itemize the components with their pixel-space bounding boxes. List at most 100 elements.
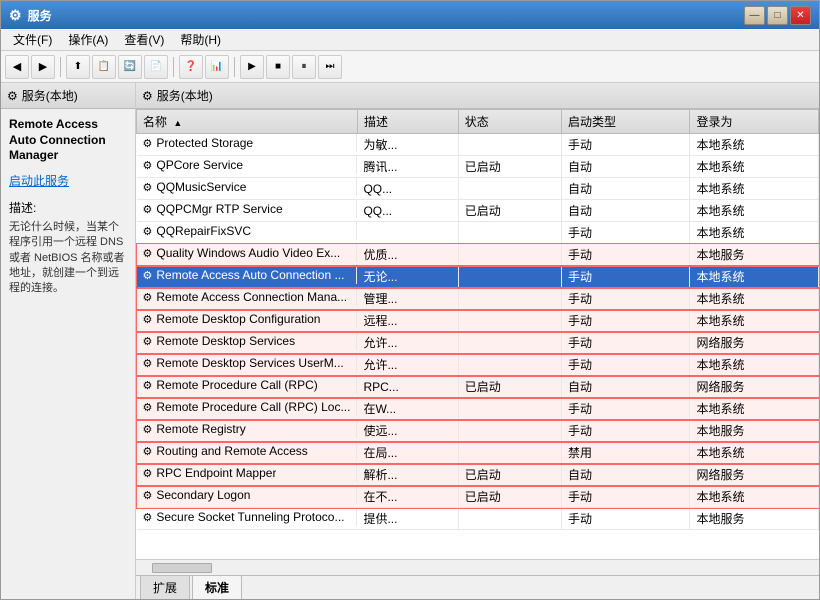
service-gear-icon: ⚙ [143, 489, 153, 502]
service-status-cell: 已启动 [458, 376, 561, 398]
col-startup-header[interactable]: 启动类型 [561, 110, 690, 134]
table-row[interactable]: ⚙Remote Desktop Configuration远程...手动本地系统 [137, 310, 819, 332]
right-panel: ⚙ 服务(本地) 名称 ▲ 描述 状态 [136, 83, 819, 599]
toolbar-help-button[interactable]: ❓ [179, 55, 203, 79]
left-panel-body: Remote Access Auto Connection Manager 启动… [1, 109, 135, 599]
service-startup-cell: 手动 [561, 420, 690, 442]
table-row[interactable]: ⚙Secondary Logon在不...已启动手动本地系统 [137, 486, 819, 508]
service-desc-cell: 优质... [357, 244, 458, 266]
col-name-header[interactable]: 名称 ▲ [137, 110, 358, 134]
table-row[interactable]: ⚙Quality Windows Audio Video Ex...优质...手… [137, 244, 819, 266]
service-name-cell: ⚙QQMusicService [137, 178, 358, 196]
service-status-cell [458, 332, 561, 354]
service-startup-cell: 禁用 [561, 442, 690, 464]
toolbar-restart-button[interactable]: ⏭ [318, 55, 342, 79]
table-row[interactable]: ⚙Remote Desktop Services UserM...允许... 手动… [137, 354, 819, 376]
menu-action[interactable]: 操作(A) [60, 29, 116, 50]
close-button[interactable]: ✕ [790, 6, 811, 25]
service-gear-icon: ⚙ [143, 269, 153, 282]
table-row[interactable]: ⚙Protected Storage为敏...手动本地系统 [137, 134, 819, 156]
toolbar-pause-button[interactable]: ⏸ [292, 55, 316, 79]
service-gear-icon: ⚙ [143, 313, 153, 326]
service-desc-cell: 无论... [357, 266, 458, 288]
toolbar-up-button[interactable]: ⬆ [66, 55, 90, 79]
col-status-header[interactable]: 状态 [458, 110, 561, 134]
main-window: ⚙ 服务 — □ ✕ 文件(F) 操作(A) 查看(V) 帮助(H) ◀ ▶ ⬆… [0, 0, 820, 600]
service-status-cell [458, 288, 561, 310]
service-gear-icon: ⚙ [143, 467, 153, 480]
left-panel-header: ⚙ 服务(本地) [1, 83, 135, 109]
service-logon-cell: 本地系统 [690, 134, 819, 156]
toolbar-back-button[interactable]: ◀ [5, 55, 29, 79]
services-tbody: ⚙Protected Storage为敏...手动本地系统⚙QPCore Ser… [137, 134, 819, 530]
service-logon-cell: 本地服务 [690, 508, 819, 530]
start-service-link[interactable]: 启动此服务 [9, 174, 69, 188]
service-name-cell: ⚙RPC Endpoint Mapper [137, 464, 358, 482]
h-scroll-thumb[interactable] [152, 563, 212, 573]
service-status-cell [458, 310, 561, 332]
maximize-button[interactable]: □ [767, 6, 788, 25]
menu-help[interactable]: 帮助(H) [172, 29, 229, 50]
service-gear-icon: ⚙ [143, 423, 153, 436]
service-name-cell: ⚙Protected Storage [137, 134, 358, 152]
service-logon-cell: 本地系统 [690, 200, 819, 222]
service-startup-cell: 手动 [561, 288, 690, 310]
table-row[interactable]: ⚙RPC Endpoint Mapper解析...已启动自动网络服务 [137, 464, 819, 486]
toolbar-button-2[interactable]: 📋 [92, 55, 116, 79]
service-name-cell: ⚙Remote Desktop Services UserM... [137, 354, 358, 372]
toolbar-button-4[interactable]: 📄 [144, 55, 168, 79]
menu-file[interactable]: 文件(F) [5, 29, 60, 50]
service-desc-cell: 在W... [357, 398, 458, 420]
table-row[interactable]: ⚙Remote Access Auto Connection ...无论...手… [137, 266, 819, 288]
service-startup-cell: 手动 [561, 508, 690, 530]
toolbar-play-button[interactable]: ▶ [240, 55, 264, 79]
menu-view[interactable]: 查看(V) [116, 29, 172, 50]
toolbar-refresh-button[interactable]: 🔄 [118, 55, 142, 79]
table-header-row: 名称 ▲ 描述 状态 启动类型 登录为 [137, 110, 819, 134]
col-desc-header[interactable]: 描述 [357, 110, 458, 134]
toolbar-button-6[interactable]: 📊 [205, 55, 229, 79]
toolbar-stop-button[interactable]: ■ [266, 55, 290, 79]
service-status-cell [458, 266, 561, 288]
table-row[interactable]: ⚙Remote Access Connection Mana...管理...手动… [137, 288, 819, 310]
service-desc-cell: 腾讯... [357, 156, 458, 178]
table-row[interactable]: ⚙QQMusicServiceQQ...自动本地系统 [137, 178, 819, 200]
table-row[interactable]: ⚙Remote Registry使远...手动本地服务 [137, 420, 819, 442]
horizontal-scrollbar[interactable] [136, 559, 819, 575]
service-startup-cell: 手动 [561, 222, 690, 244]
service-name-cell: ⚙Secondary Logon [137, 486, 358, 504]
tab-extended[interactable]: 扩展 [140, 575, 190, 599]
table-row[interactable]: ⚙QQRepairFixSVC手动本地系统 [137, 222, 819, 244]
service-gear-icon: ⚙ [143, 181, 153, 194]
service-status-cell [458, 442, 561, 464]
service-status-cell: 已启动 [458, 156, 561, 178]
col-logon-header[interactable]: 登录为 [690, 110, 819, 134]
table-row[interactable]: ⚙Remote Desktop Services允许...手动网络服务 [137, 332, 819, 354]
right-panel-title: 服务(本地) [157, 87, 213, 104]
services-table[interactable]: 名称 ▲ 描述 状态 启动类型 登录为 ⚙Protected Storage为敏… [136, 109, 819, 559]
tab-standard[interactable]: 标准 [192, 575, 242, 599]
service-name-cell: ⚙QQPCMgr RTP Service [137, 200, 358, 218]
service-status-cell [458, 244, 561, 266]
table-row[interactable]: ⚙Remote Procedure Call (RPC)RPC...已启动自动网… [137, 376, 819, 398]
toolbar-forward-button[interactable]: ▶ [31, 55, 55, 79]
table-row[interactable]: ⚙Secure Socket Tunneling Protoco...提供...… [137, 508, 819, 530]
service-startup-cell: 手动 [561, 354, 690, 376]
service-desc-cell: 为敏... [357, 134, 458, 156]
title-bar: ⚙ 服务 — □ ✕ [1, 1, 819, 29]
service-desc-cell: 在不... [357, 486, 458, 508]
table-row[interactable]: ⚙Remote Procedure Call (RPC) Loc...在W...… [137, 398, 819, 420]
service-startup-cell: 自动 [561, 464, 690, 486]
table-row[interactable]: ⚙QQPCMgr RTP ServiceQQ...已启动自动本地系统 [137, 200, 819, 222]
minimize-button[interactable]: — [744, 6, 765, 25]
window-title: 服务 [28, 7, 52, 24]
table-row[interactable]: ⚙Routing and Remote Access在局...禁用本地系统 [137, 442, 819, 464]
service-name-cell: ⚙Routing and Remote Access [137, 442, 358, 460]
service-startup-cell: 手动 [561, 244, 690, 266]
service-logon-cell: 本地系统 [690, 442, 819, 464]
service-desc-cell: 使远... [357, 420, 458, 442]
table-row[interactable]: ⚙QPCore Service腾讯...已启动自动本地系统 [137, 156, 819, 178]
service-desc-cell: 允许... [357, 354, 458, 376]
sort-arrow-icon: ▲ [173, 118, 182, 128]
service-desc-cell: RPC... [357, 376, 458, 398]
